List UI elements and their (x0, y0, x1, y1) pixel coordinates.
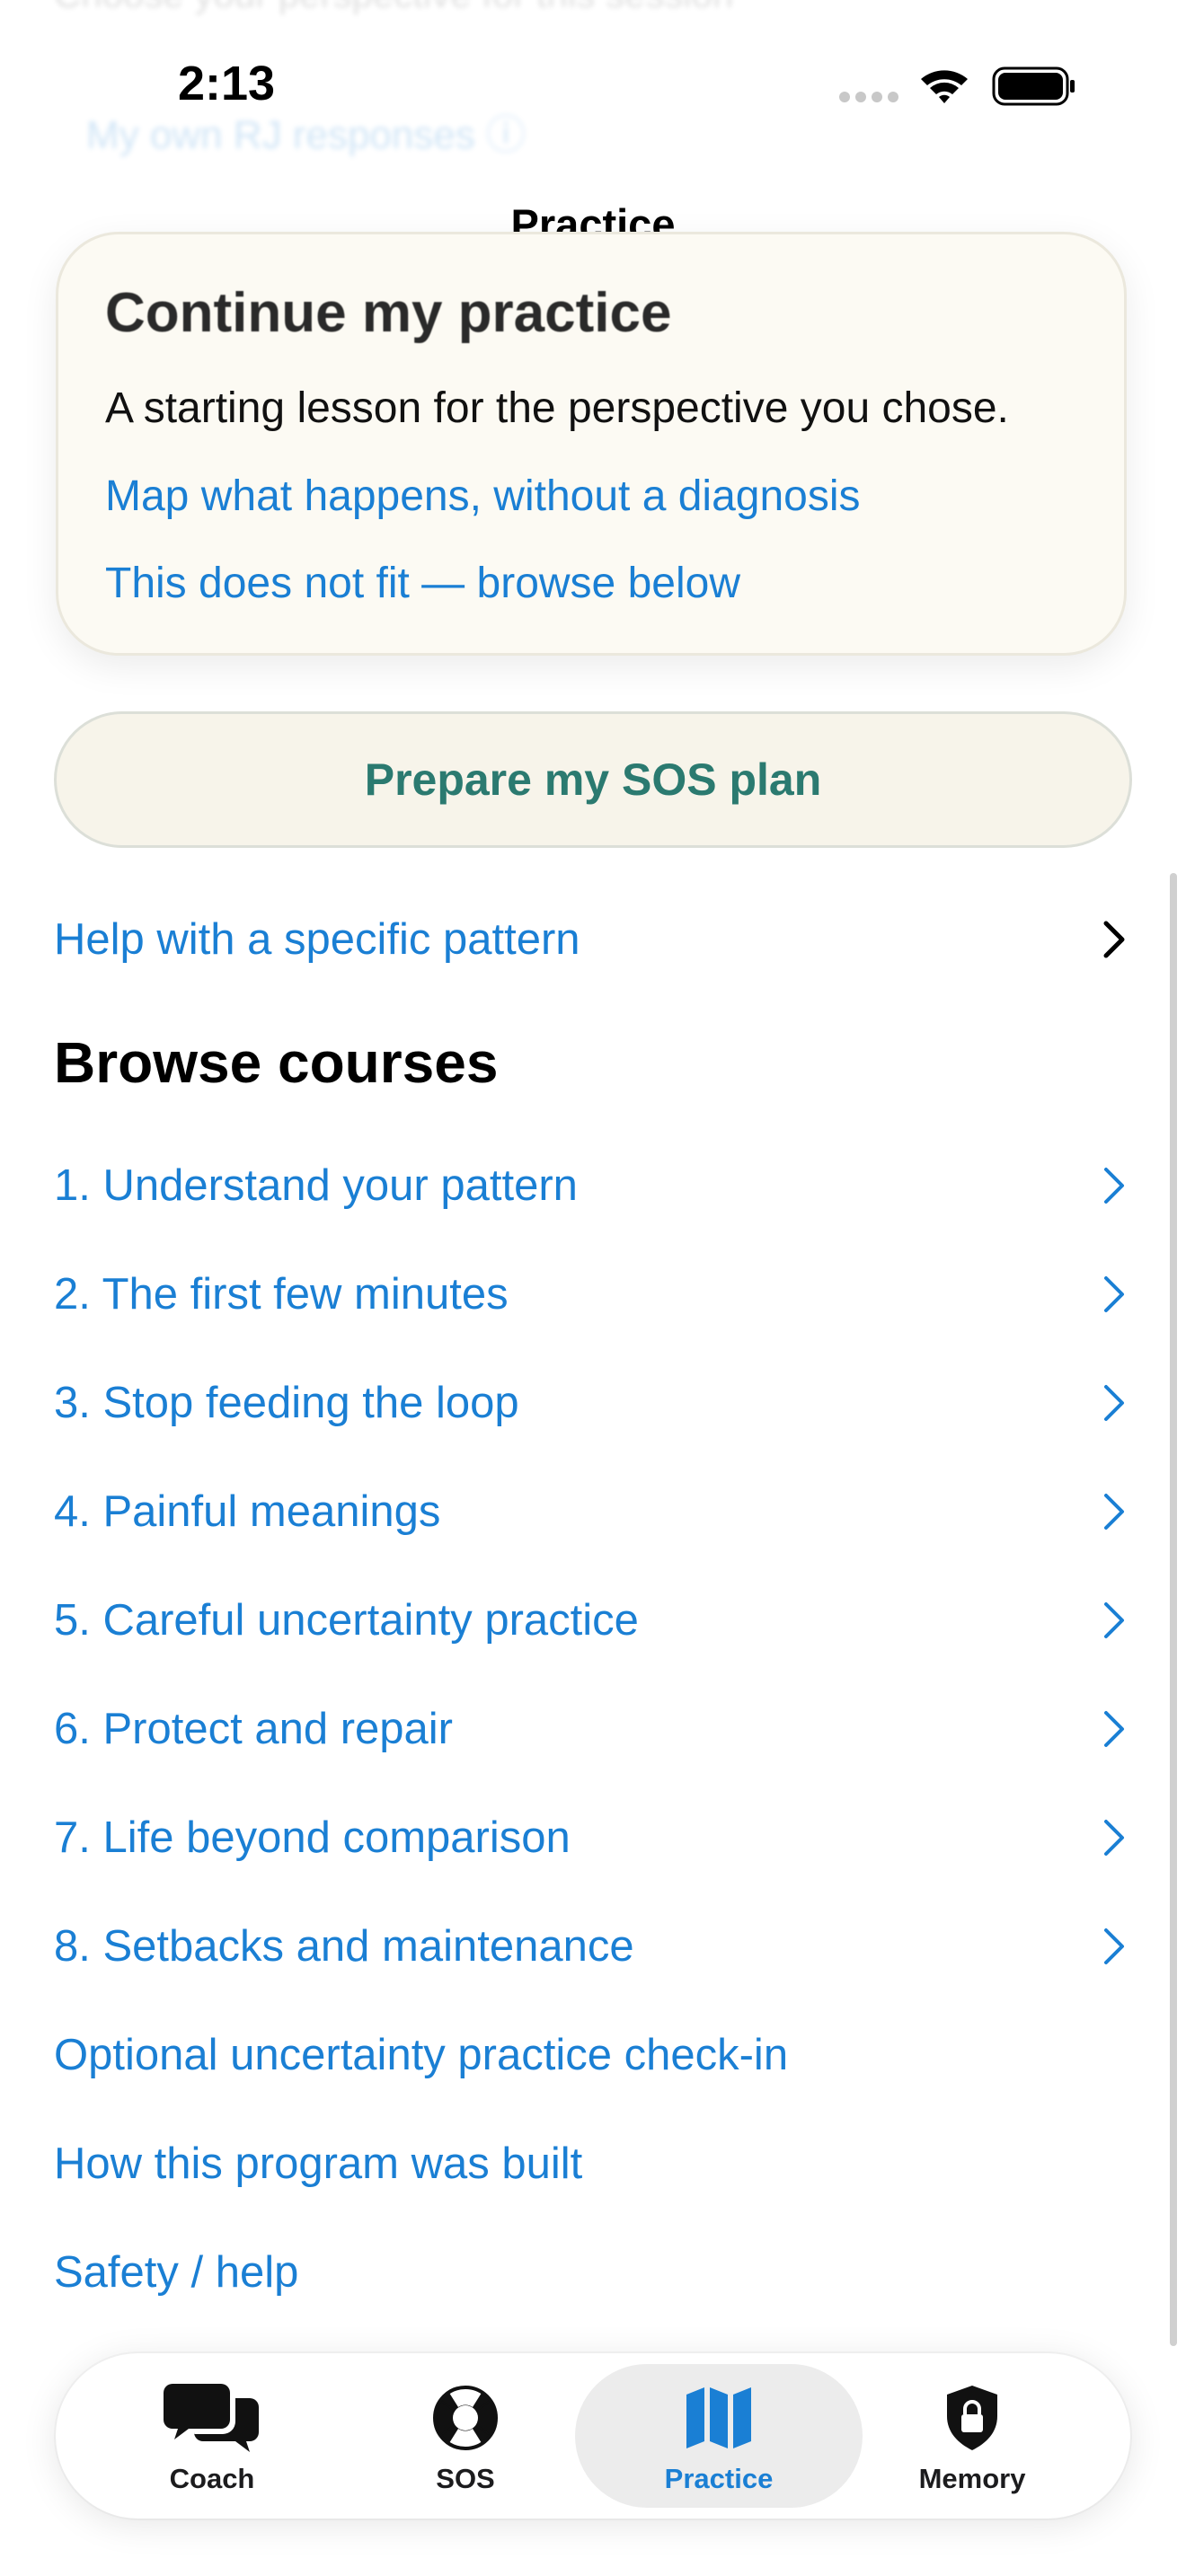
map-icon (686, 2387, 751, 2448)
card-description: A starting lesson for the perspective yo… (105, 384, 1009, 432)
course-row-1[interactable]: 1. Understand your pattern (54, 1141, 1132, 1231)
tab-sos[interactable]: SOS (322, 2364, 609, 2508)
course-label: 1. Understand your pattern (54, 1161, 578, 1210)
chat-bubbles-icon (164, 2384, 259, 2452)
course-row-7[interactable]: 7. Life beyond comparison (54, 1793, 1132, 1883)
row-label: Help with a specific pattern (54, 915, 580, 964)
battery-icon (992, 66, 1075, 106)
scrollbar[interactable] (1170, 873, 1177, 2346)
course-row-3[interactable]: 3. Stop feeding the loop (54, 1358, 1132, 1448)
continue-practice-card: Continue my practice A starting lesson f… (56, 232, 1127, 656)
course-label: 4. Painful meanings (54, 1487, 441, 1536)
tab-memory[interactable]: Memory (828, 2364, 1116, 2508)
browse-below-link[interactable]: This does not fit — browse below (105, 559, 740, 608)
tab-label: Practice (664, 2463, 774, 2494)
prepare-sos-plan-button[interactable]: Prepare my SOS plan (54, 711, 1132, 848)
program-built-link[interactable]: How this program was built (54, 2119, 1132, 2209)
chevron-right-icon (1104, 1820, 1124, 1856)
link-label: How this program was built (54, 2139, 583, 2188)
tab-label: Memory (918, 2463, 1026, 2494)
tab-label: Coach (169, 2463, 255, 2494)
tab-coach[interactable]: Coach (68, 2364, 356, 2508)
course-label: 3. Stop feeding the loop (54, 1379, 519, 1427)
chevron-right-icon (1104, 1602, 1124, 1638)
course-row-2[interactable]: 2. The first few minutes (54, 1249, 1132, 1339)
course-label: 2. The first few minutes (54, 1270, 509, 1319)
chevron-right-icon (1104, 1494, 1124, 1530)
lifebuoy-icon (433, 2386, 498, 2450)
course-label: 8. Setbacks and maintenance (54, 1922, 634, 1971)
course-row-8[interactable]: 8. Setbacks and maintenance (54, 1901, 1132, 1991)
chevron-right-icon (1104, 1711, 1124, 1747)
status-time: 2:13 (178, 57, 276, 110)
tab-bar: Coach SOS Practice Memory (56, 2353, 1130, 2519)
tab-label: SOS (436, 2463, 495, 2494)
link-label: Safety / help (54, 2248, 299, 2297)
status-bar: 2:13 (0, 0, 1186, 171)
course-label: 6. Protect and repair (54, 1705, 453, 1753)
course-row-5[interactable]: 5. Careful uncertainty practice (54, 1575, 1132, 1665)
course-row-6[interactable]: 6. Protect and repair (54, 1684, 1132, 1774)
safety-help-link[interactable]: Safety / help (54, 2228, 1132, 2317)
uncertainty-check-in-link[interactable]: Optional uncertainty practice check-in (54, 2010, 1132, 2100)
chevron-right-icon (1104, 1168, 1124, 1204)
course-label: 7. Life beyond comparison (54, 1813, 571, 1862)
chevron-right-icon (1104, 1928, 1124, 1964)
help-specific-pattern-row[interactable]: Help with a specific pattern (54, 895, 1132, 984)
chevron-right-icon (1104, 1385, 1124, 1421)
link-label: Optional uncertainty practice check-in (54, 2031, 789, 2079)
map-what-happens-link[interactable]: Map what happens, without a diagnosis (105, 472, 861, 521)
browse-courses-heading: Browse courses (54, 1030, 499, 1095)
chevron-right-icon (1103, 921, 1125, 958)
card-title: Continue my practice (105, 282, 672, 344)
course-row-4[interactable]: 4. Painful meanings (54, 1467, 1132, 1557)
wifi-icon (921, 70, 968, 103)
cellular-signal-icon (839, 92, 900, 102)
chevron-right-icon (1104, 1276, 1124, 1312)
course-label: 5. Careful uncertainty practice (54, 1596, 639, 1645)
tab-practice[interactable]: Practice (575, 2364, 863, 2508)
lock-shield-icon (947, 2386, 997, 2450)
